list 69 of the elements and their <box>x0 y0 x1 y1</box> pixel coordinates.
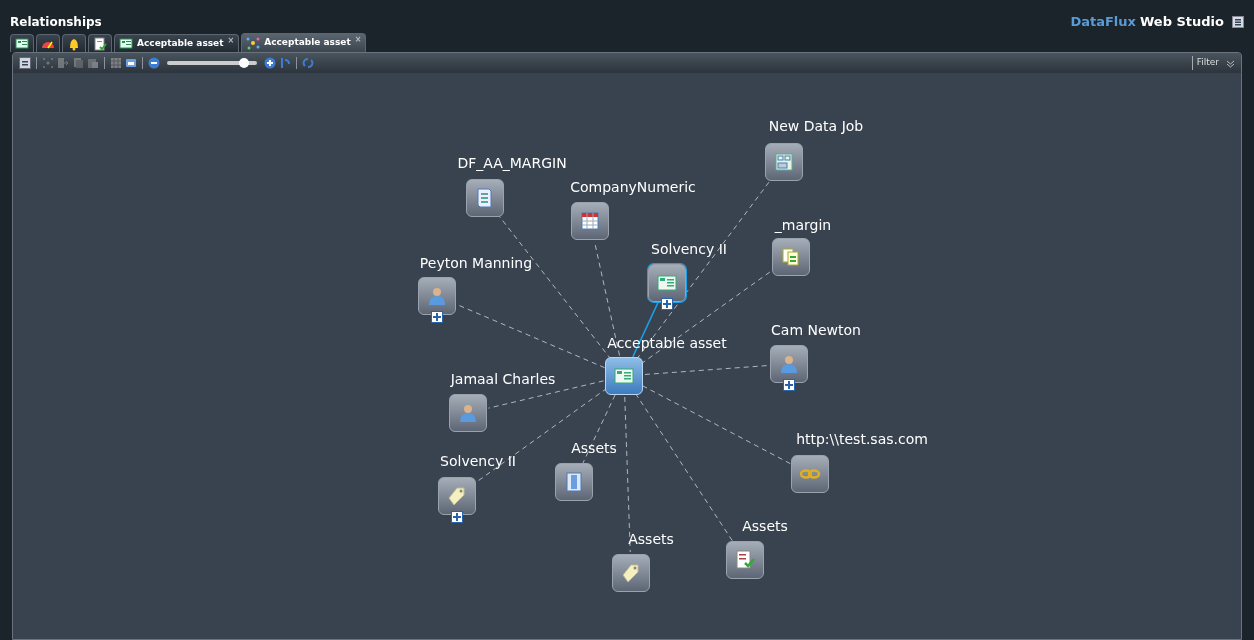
node-tile[interactable] <box>791 455 829 493</box>
chevron-icon[interactable] <box>1226 58 1235 68</box>
node-label: Cam Newton <box>771 320 861 340</box>
node-label: Assets <box>628 529 674 549</box>
expand-icon[interactable] <box>431 311 443 323</box>
node-tile[interactable] <box>438 477 476 515</box>
bell-icon <box>67 36 81 51</box>
person-icon <box>457 402 479 424</box>
close-icon[interactable]: × <box>227 35 235 47</box>
node-tile[interactable] <box>612 554 650 592</box>
node-label: Assets <box>571 438 617 458</box>
brand-prefix: DataFlux <box>1070 13 1136 32</box>
node-tile[interactable] <box>449 394 487 432</box>
zoom-in-button[interactable] <box>264 57 276 69</box>
tab[interactable] <box>88 34 112 52</box>
card-icon <box>15 36 29 51</box>
node-label: Assets <box>742 516 788 536</box>
fields-icon <box>780 246 802 268</box>
table-icon <box>579 210 601 232</box>
node-tile[interactable] <box>605 357 643 395</box>
card-icon <box>656 272 678 294</box>
brand-name: Web Studio <box>1139 13 1224 32</box>
flowchart-icon <box>773 151 795 173</box>
network-icon <box>246 36 261 50</box>
node-label: Solvency II <box>440 451 516 471</box>
tab[interactable] <box>62 34 86 52</box>
node-tile[interactable] <box>765 143 803 181</box>
node-tile[interactable] <box>555 463 593 501</box>
node-tile[interactable] <box>772 238 810 276</box>
card-icon <box>119 36 133 51</box>
node-label: Solvency II <box>651 239 727 259</box>
tab[interactable] <box>10 34 34 52</box>
close-icon[interactable]: × <box>354 34 362 46</box>
tag-icon <box>620 562 642 584</box>
film-icon <box>563 471 585 493</box>
refresh-button[interactable] <box>302 57 314 69</box>
window-button[interactable] <box>125 57 137 69</box>
filter-button[interactable]: Filter <box>1191 56 1219 70</box>
expand-icon[interactable] <box>661 298 673 310</box>
zoom-out-button[interactable] <box>148 57 160 69</box>
expand-icon[interactable] <box>451 511 463 523</box>
node-label: Jamaal Charles <box>450 369 556 389</box>
node-tile[interactable] <box>648 264 686 302</box>
node-tile[interactable] <box>726 541 764 579</box>
checked-document-icon <box>734 549 756 571</box>
node-label: CompanyNumeric <box>570 177 696 197</box>
tab[interactable]: Acceptable asset × <box>241 33 367 52</box>
person-icon <box>778 353 800 375</box>
node-label: Peyton Manning <box>419 253 533 273</box>
expand-icon[interactable] <box>783 379 795 391</box>
node-tile[interactable] <box>770 345 808 383</box>
node-tile[interactable] <box>571 202 609 240</box>
zoom-slider[interactable] <box>167 61 257 65</box>
node-tile[interactable] <box>418 277 456 315</box>
tab[interactable]: Acceptable asset × <box>114 34 240 52</box>
node-tile[interactable] <box>466 179 504 217</box>
person-icon <box>426 285 448 307</box>
tab[interactable] <box>36 34 60 52</box>
node-label: New Data Job <box>768 116 864 136</box>
menu-icon[interactable] <box>1232 16 1244 28</box>
window-title: Relationships <box>10 14 102 31</box>
tag-icon <box>446 485 468 507</box>
collapse-button[interactable] <box>19 57 31 69</box>
node-label: DF_AA_MARGIN <box>457 153 567 173</box>
node-label: _margin <box>774 215 832 235</box>
checklist-icon <box>93 36 107 51</box>
node-label: http:\\test.sas.com <box>796 429 928 449</box>
slider-thumb[interactable] <box>239 58 250 68</box>
card-icon <box>613 365 635 387</box>
